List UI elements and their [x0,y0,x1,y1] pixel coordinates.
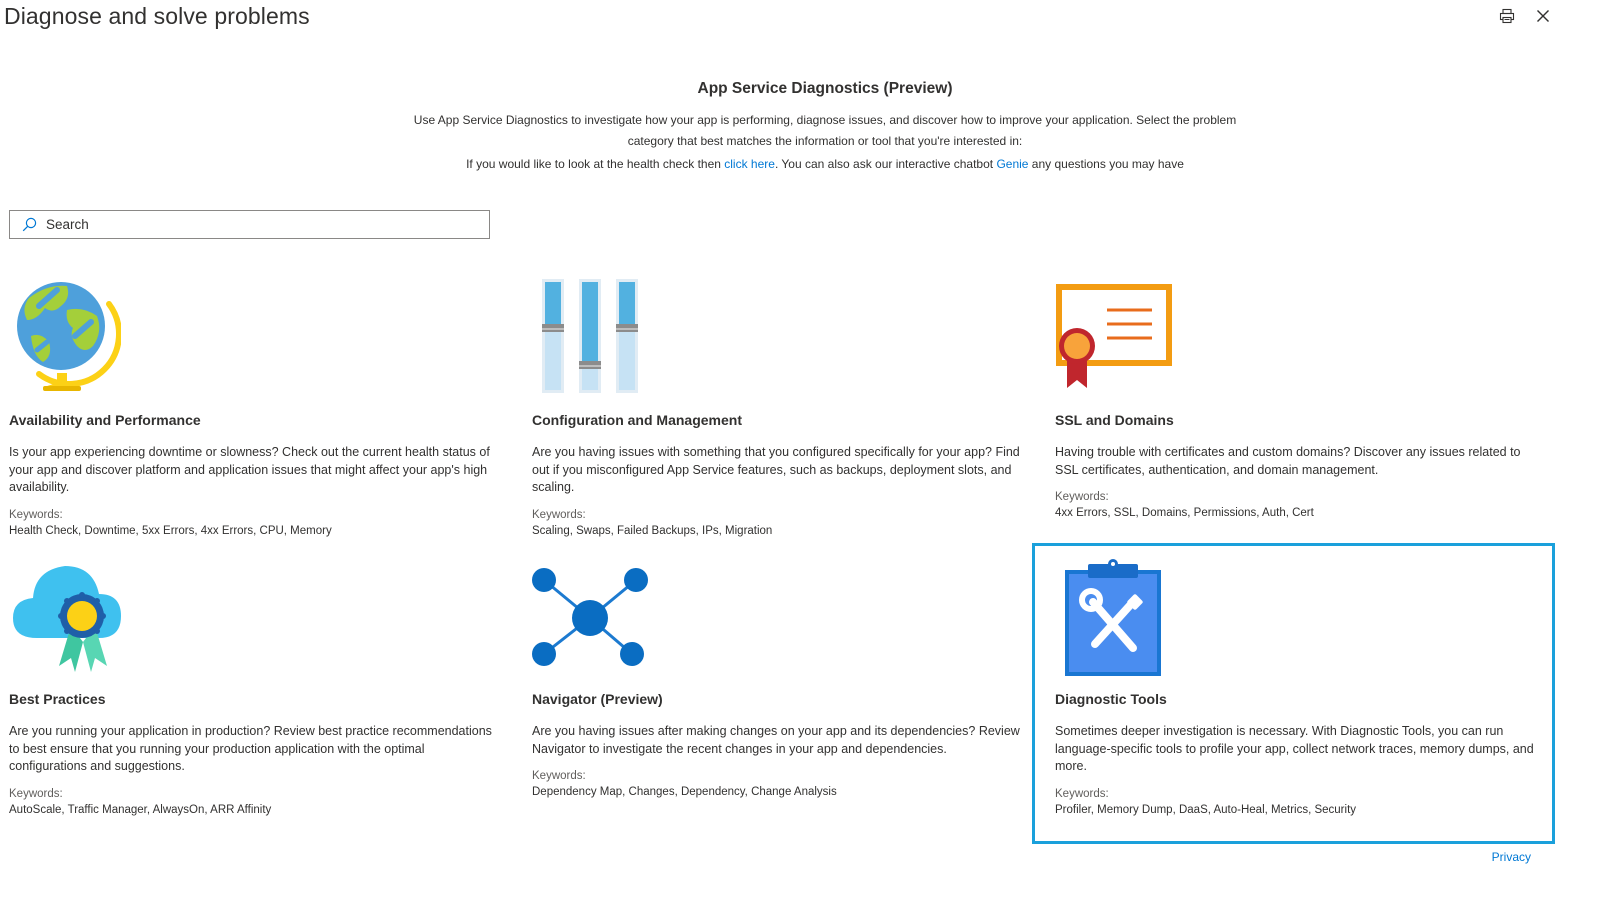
keywords-list: Scaling, Swaps, Failed Backups, IPs, Mig… [532,525,773,537]
card-title: Diagnostic Tools [1055,691,1167,707]
health-prefix-text: If you would like to look at the health … [466,157,725,171]
click-here-link[interactable]: click here [724,157,775,171]
page-title: Diagnose and solve problems [4,3,310,29]
diagnostics-title: App Service Diagnostics (Preview) [697,80,953,97]
network-nodes-icon [532,556,652,681]
sliders-icon [532,276,652,401]
keywords-label: Keywords: [1055,491,1109,503]
cloud-badge-icon [9,556,129,681]
keywords-label: Keywords: [532,509,586,521]
certificate-icon [1055,276,1175,401]
keywords-list: Health Check, Downtime, 5xx Errors, 4xx … [9,525,332,537]
keywords-list: Profiler, Memory Dump, DaaS, Auto-Heal, … [1055,804,1357,816]
clipboard-tools-icon [1055,556,1175,681]
diagnostics-description: Use App Service Diagnostics to investiga… [413,113,1237,148]
card-title: Navigator (Preview) [532,691,663,707]
card-best-practices[interactable]: Best Practices Are you running your appl… [9,556,504,821]
card-description: Is your app experiencing downtime or slo… [9,445,490,494]
keywords-label: Keywords: [1055,788,1109,800]
card-title: Best Practices [9,691,106,707]
card-description: Having trouble with certificates and cus… [1055,445,1521,477]
card-navigator[interactable]: Navigator (Preview) Are you having issue… [532,556,1027,821]
search-box[interactable] [9,210,490,239]
diagnostics-header: App Service Diagnostics (Preview) Use Ap… [0,80,1622,171]
search-input[interactable] [44,216,468,233]
card-description: Are you running your application in prod… [9,724,492,773]
keywords-label: Keywords: [9,788,63,800]
card-diagnostic-tools[interactable]: Diagnostic Tools Sometimes deeper invest… [1055,556,1550,821]
close-icon[interactable] [1534,7,1552,25]
card-description: Are you having issues after making chang… [532,724,1020,756]
card-availability-performance[interactable]: Availability and Performance Is your app… [9,276,504,541]
search-icon [22,217,37,232]
print-icon[interactable] [1498,7,1516,25]
privacy-link[interactable]: Privacy [1492,850,1531,864]
card-configuration-management[interactable]: Configuration and Management Are you hav… [532,276,1027,541]
card-description: Sometimes deeper investigation is necess… [1055,724,1534,773]
keywords-label: Keywords: [532,770,586,782]
card-description: Are you having issues with something tha… [532,445,1020,494]
health-middle-text: . You can also ask our interactive chatb… [774,157,997,171]
keywords-list: AutoScale, Traffic Manager, AlwaysOn, AR… [9,804,272,816]
card-title: SSL and Domains [1055,412,1174,428]
health-check-line: If you would like to look at the health … [0,157,1622,171]
card-title: Availability and Performance [9,412,201,428]
card-title: Configuration and Management [532,412,742,428]
keywords-list: Dependency Map, Changes, Dependency, Cha… [532,786,837,798]
globe-icon [9,276,129,401]
top-actions [1498,7,1552,25]
genie-link[interactable]: Genie [996,157,1028,171]
health-suffix-text: any questions you may have [1028,157,1184,171]
card-ssl-domains[interactable]: SSL and Domains Having trouble with cert… [1055,276,1550,541]
keywords-label: Keywords: [9,509,63,521]
keywords-list: 4xx Errors, SSL, Domains, Permissions, A… [1055,507,1314,519]
